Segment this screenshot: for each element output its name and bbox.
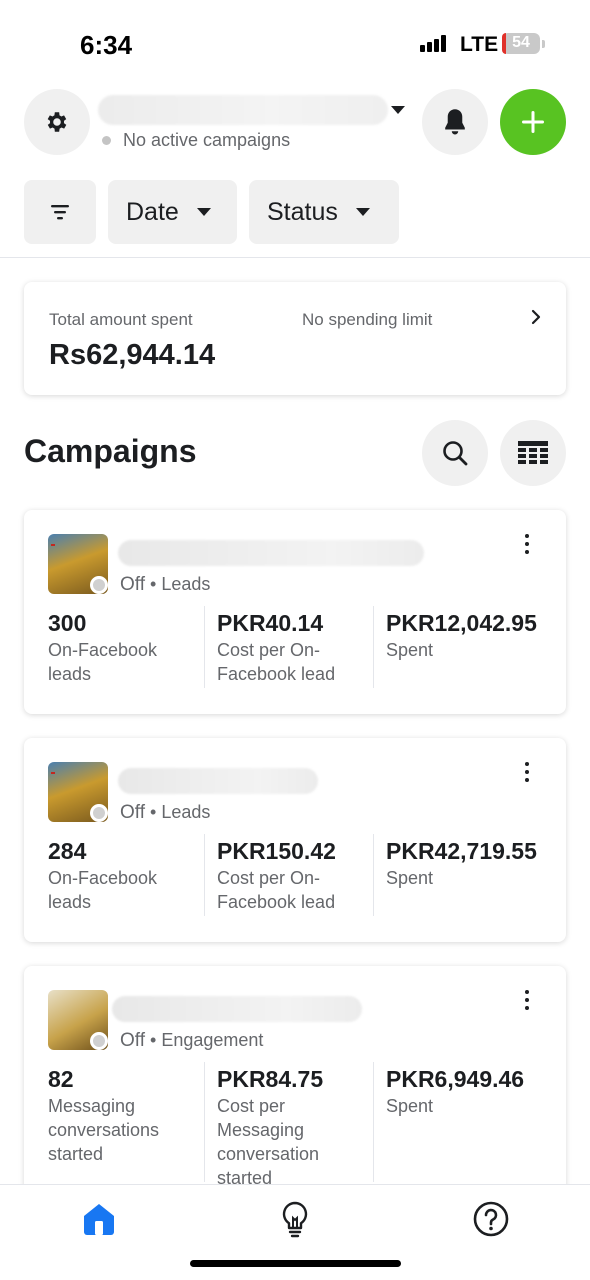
lightbulb-icon	[282, 1201, 308, 1238]
chevron-right-icon	[529, 306, 543, 332]
date-filter-label: Date	[126, 197, 179, 226]
metric-value: 284	[48, 838, 87, 864]
settings-button[interactable]	[24, 89, 90, 155]
metric-value: PKR40.14	[217, 610, 324, 636]
metric-value: PKR84.75	[217, 1066, 324, 1092]
metric-label: Cost per Messaging conversation started	[217, 1096, 320, 1188]
campaign-name-redacted	[118, 768, 318, 794]
metric-divider	[204, 834, 205, 916]
metric-results: 82 Messaging conversations started	[48, 1064, 203, 1166]
metric-cost: PKR150.42 Cost per On-Facebook lead	[217, 836, 372, 914]
metric-value: PKR6,949.46	[386, 1066, 525, 1092]
nav-home-tab[interactable]	[79, 1199, 119, 1239]
campaigns-heading: Campaigns	[24, 433, 197, 469]
metric-divider	[204, 1062, 205, 1182]
nav-ideas-tab[interactable]	[275, 1199, 315, 1239]
create-campaign-button[interactable]	[500, 89, 566, 155]
metric-label: On-Facebook leads	[48, 868, 158, 912]
metric-label: Spent	[386, 1096, 434, 1116]
nav-help-tab[interactable]	[471, 1199, 511, 1239]
campaign-state: Off	[120, 802, 145, 823]
caret-down-icon	[355, 208, 370, 216]
account-status: No active campaigns	[123, 130, 291, 150]
bell-icon	[445, 109, 465, 135]
metric-value: PKR150.42	[217, 838, 336, 864]
campaign-name-redacted	[118, 540, 424, 566]
home-indicator	[190, 1260, 401, 1267]
network-label: LTE	[460, 33, 499, 56]
metric-spent: PKR6,949.46 Spent	[386, 1064, 551, 1118]
more-options-icon[interactable]	[521, 988, 533, 1012]
signal-icon	[420, 34, 452, 52]
metric-cost: PKR84.75 Cost per Messaging conversation…	[217, 1064, 372, 1190]
metric-value: 82	[48, 1066, 74, 1092]
metric-spent: PKR42,719.55 Spent	[386, 836, 551, 890]
metric-value: PKR42,719.55	[386, 838, 537, 864]
metric-label: Cost per On-Facebook lead	[217, 868, 336, 912]
more-options-icon[interactable]	[521, 760, 533, 784]
inactive-status-dot	[102, 136, 111, 145]
status-filter-dropdown[interactable]: Status	[249, 180, 399, 244]
filter-button[interactable]	[24, 180, 96, 244]
home-icon	[84, 1204, 114, 1235]
metric-spent: PKR12,042.95 Spent	[386, 608, 551, 662]
campaign-objective: Leads	[161, 574, 211, 594]
table-icon	[518, 441, 548, 464]
campaign-status: Off • Leads	[120, 802, 211, 823]
metric-label: Spent	[386, 640, 434, 660]
campaign-state: Off	[120, 574, 145, 595]
more-options-icon[interactable]	[521, 532, 533, 556]
account-name-redacted[interactable]	[98, 95, 388, 125]
metric-value: 300	[48, 610, 87, 636]
campaign-status-dot	[90, 576, 108, 594]
metric-divider	[373, 834, 374, 916]
caret-down-icon	[196, 208, 211, 216]
metric-label: On-Facebook leads	[48, 640, 158, 684]
campaign-card[interactable]: Off • Leads 284 On-Facebook leads PKR150…	[24, 738, 566, 942]
plus-icon	[522, 111, 544, 133]
battery-level: 54	[512, 34, 530, 51]
account-dropdown-icon[interactable]	[391, 106, 405, 114]
spending-limit: No spending limit	[302, 310, 433, 329]
status-filter-label: Status	[267, 197, 338, 226]
campaign-card[interactable]: Off • Engagement 82 Messaging conversati…	[24, 966, 566, 1206]
campaign-objective: Engagement	[161, 1030, 264, 1050]
campaign-state: Off	[120, 1030, 145, 1051]
campaign-status: Off • Engagement	[120, 1030, 264, 1051]
status-time: 6:34	[80, 30, 133, 60]
date-filter-dropdown[interactable]: Date	[108, 180, 237, 244]
metric-label: Cost per On-Facebook lead	[217, 640, 336, 684]
metric-results: 300 On-Facebook leads	[48, 608, 203, 686]
spend-label: Total amount spent	[49, 310, 193, 329]
status-bar: 6:34 LTE 54	[0, 0, 590, 80]
campaign-status-dot	[90, 1032, 108, 1050]
help-icon	[473, 1201, 509, 1237]
metric-value: PKR12,042.95	[386, 610, 537, 636]
search-icon	[443, 441, 468, 466]
campaign-name-redacted	[112, 996, 362, 1022]
metric-results: 284 On-Facebook leads	[48, 836, 203, 914]
gear-icon	[47, 112, 67, 132]
header-divider	[0, 257, 590, 258]
notifications-button[interactable]	[422, 89, 488, 155]
campaign-status-dot	[90, 804, 108, 822]
campaign-objective: Leads	[161, 802, 211, 822]
search-campaigns-button[interactable]	[422, 420, 488, 486]
campaign-status: Off • Leads	[120, 574, 211, 595]
metric-divider	[373, 1062, 374, 1182]
metric-cost: PKR40.14 Cost per On-Facebook lead	[217, 608, 372, 686]
campaign-card[interactable]: Off • Leads 300 On-Facebook leads PKR40.…	[24, 510, 566, 714]
table-view-button[interactable]	[500, 420, 566, 486]
metric-label: Spent	[386, 868, 434, 888]
spend-summary-card[interactable]: Total amount spent No spending limit Rs6…	[24, 282, 566, 395]
total-spent-amount: Rs62,944.14	[49, 339, 216, 371]
metric-divider	[373, 606, 374, 688]
metric-divider	[204, 606, 205, 688]
battery-icon: 54	[502, 33, 545, 54]
metric-label: Messaging conversations started	[48, 1096, 160, 1164]
filter-icon	[51, 205, 69, 220]
